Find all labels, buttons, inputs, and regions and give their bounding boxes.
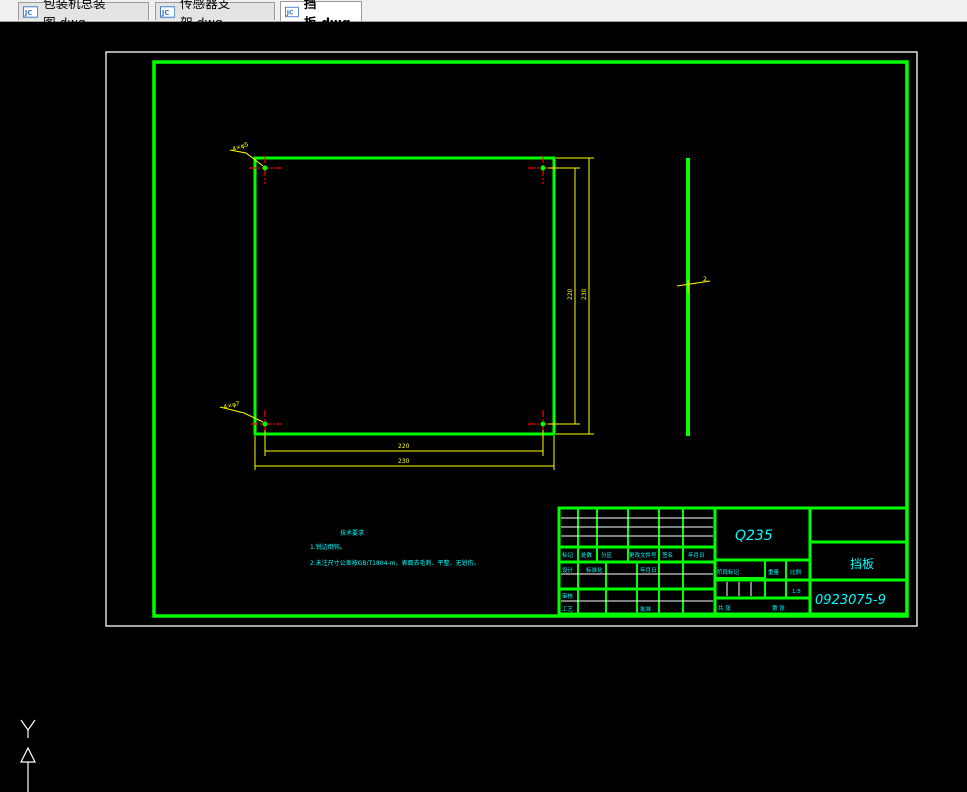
dim-thickness: 2 xyxy=(703,276,707,283)
hole-top-right xyxy=(528,156,556,184)
dim-bottom-outer: 230 xyxy=(398,458,410,465)
dwg-file-icon: JC xyxy=(160,5,176,18)
tb-designer: 设计 xyxy=(562,566,574,574)
tb-sheet-no: 第 张 xyxy=(772,604,785,612)
notes-line-1: 1.锐边倒钝。 xyxy=(310,543,346,551)
tb-change-doc: 更改文件号 xyxy=(629,551,657,559)
plate-outline xyxy=(253,156,556,436)
tb-drawing-no: 0923075-9 xyxy=(815,593,886,608)
tb-signature: 签名 xyxy=(662,551,673,559)
tab-bar: JC 包装机总装图.dwg JC 传感器支架.dwg JC 挡板.dwg xyxy=(0,0,967,30)
dim-right-inner: 220 xyxy=(567,288,574,300)
tb-process: 工艺 xyxy=(562,606,574,613)
tb-count: 处数 xyxy=(581,551,593,559)
hole-top-callout: 4×φ5 xyxy=(231,141,249,153)
ucs-axis-icon xyxy=(20,719,36,792)
title-block: 标记 处数 分区 更改文件号 签名 年月日 设计 标准化 年月日 阶段标记 重量… xyxy=(557,506,909,616)
tab-sensor-bracket[interactable]: JC 传感器支架.dwg xyxy=(155,0,275,30)
tb-zone: 分区 xyxy=(601,551,613,559)
notes-line-2: 2.未注尺寸公差按GB/T1804-m，表面去毛刺、平整、无划伤。 xyxy=(310,559,479,567)
cad-drawing: 4×φ5 4×φ7 220 230 220 230 2 技术要求 1.锐边倒钝。… xyxy=(105,51,918,627)
dwg-file-icon: JC xyxy=(23,5,39,18)
tb-part-name: 挡板 xyxy=(850,557,874,571)
tb-review: 审核 xyxy=(562,592,574,600)
tb-approve: 批准 xyxy=(640,605,652,613)
dim-bottom-inner: 220 xyxy=(398,443,410,450)
drawing-canvas[interactable]: 4×φ5 4×φ7 220 230 220 230 2 技术要求 1.锐边倒钝。… xyxy=(0,22,967,792)
svg-text:JC: JC xyxy=(286,9,294,16)
tb-ratio: 比例 xyxy=(790,568,802,576)
notes-title: 技术要求 xyxy=(340,529,364,537)
tb-stage-mark: 阶段标记 xyxy=(717,568,740,576)
tb-date: 年月日 xyxy=(688,551,705,559)
tb-material: Q235 xyxy=(735,528,773,544)
dim-right-outer: 230 xyxy=(581,288,588,300)
tb-sign-date: 年月日 xyxy=(640,566,657,574)
tb-scale: 1:5 xyxy=(792,589,801,595)
hole-bottom-callout: 4×φ7 xyxy=(223,400,241,411)
svg-text:JC: JC xyxy=(161,8,169,16)
drawing-border xyxy=(152,60,909,618)
tb-total-sheets: 共 张 xyxy=(718,604,731,612)
dwg-file-icon: JC xyxy=(285,6,299,17)
svg-text:JC: JC xyxy=(24,8,32,16)
tb-mark: 标记 xyxy=(562,551,574,559)
tab-baffle[interactable]: JC 挡板.dwg xyxy=(280,0,362,30)
tb-weight: 重量 xyxy=(768,568,780,576)
paper-frame xyxy=(105,51,918,627)
tab-assembly-drawing[interactable]: JC 包装机总装图.dwg xyxy=(18,0,149,30)
tb-standardize: 标准化 xyxy=(586,566,603,574)
